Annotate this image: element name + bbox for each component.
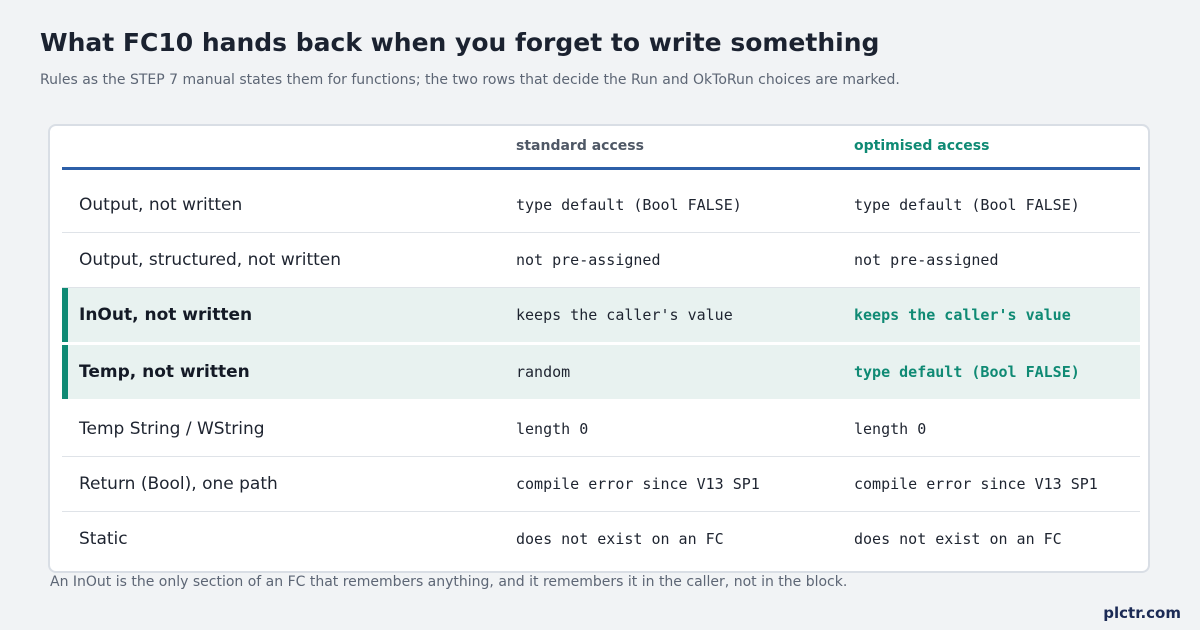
row-highlight-marker (62, 345, 68, 399)
standard-access-value: compile error since V13 SP1 (516, 475, 760, 493)
table-row-temp-string: Temp String / WString length 0 length 0 (62, 402, 1140, 457)
row-label: Static (79, 529, 128, 549)
page-title: What FC10 hands back when you forget to … (40, 28, 880, 57)
optimised-access-value: compile error since V13 SP1 (854, 475, 1098, 493)
table-row-temp-marked: Temp, not written random type default (B… (62, 345, 1140, 402)
table-card: standard access optimised access Output,… (48, 124, 1150, 573)
standard-access-value: does not exist on an FC (516, 530, 724, 548)
column-header-optimised-access: optimised access (854, 138, 990, 154)
page: What FC10 hands back when you forget to … (0, 0, 1200, 630)
standard-access-value: keeps the caller's value (516, 306, 733, 324)
table-row-static: Static does not exist on an FC does not … (62, 512, 1140, 566)
row-label: Output, not written (79, 195, 243, 215)
optimised-access-value: does not exist on an FC (854, 530, 1062, 548)
standard-access-value: type default (Bool FALSE) (516, 196, 742, 214)
table-row-output: Output, not written type default (Bool F… (62, 178, 1140, 233)
standard-access-value: random (516, 363, 571, 381)
row-label: Temp String / WString (79, 419, 265, 439)
column-header-standard-access: standard access (516, 138, 644, 154)
row-label: InOut, not written (79, 305, 253, 325)
optimised-access-value: keeps the caller's value (854, 306, 1071, 324)
table-row-output-structured: Output, structured, not written not pre-… (62, 233, 1140, 288)
row-label: Output, structured, not written (79, 250, 342, 270)
row-label: Temp, not written (79, 362, 250, 382)
brand-link[interactable]: plctr.com (1103, 604, 1181, 622)
table-header-row: standard access optimised access (62, 126, 1140, 170)
row-label: Return (Bool), one path (79, 474, 278, 494)
optimised-access-value: not pre-assigned (854, 251, 999, 269)
table-row-return: Return (Bool), one path compile error si… (62, 457, 1140, 512)
optimised-access-value: length 0 (854, 420, 927, 438)
standard-access-value: length 0 (516, 420, 589, 438)
optimised-access-value: type default (Bool FALSE) (854, 196, 1080, 214)
table-row-inout-marked: InOut, not written keeps the caller's va… (62, 288, 1140, 345)
footnote: An InOut is the only section of an FC th… (50, 574, 848, 590)
row-highlight-marker (62, 288, 68, 342)
standard-access-value: not pre-assigned (516, 251, 661, 269)
page-subtitle: Rules as the STEP 7 manual states them f… (40, 72, 900, 88)
optimised-access-value: type default (Bool FALSE) (854, 363, 1080, 381)
comparison-table: standard access optimised access Output,… (62, 126, 1140, 566)
